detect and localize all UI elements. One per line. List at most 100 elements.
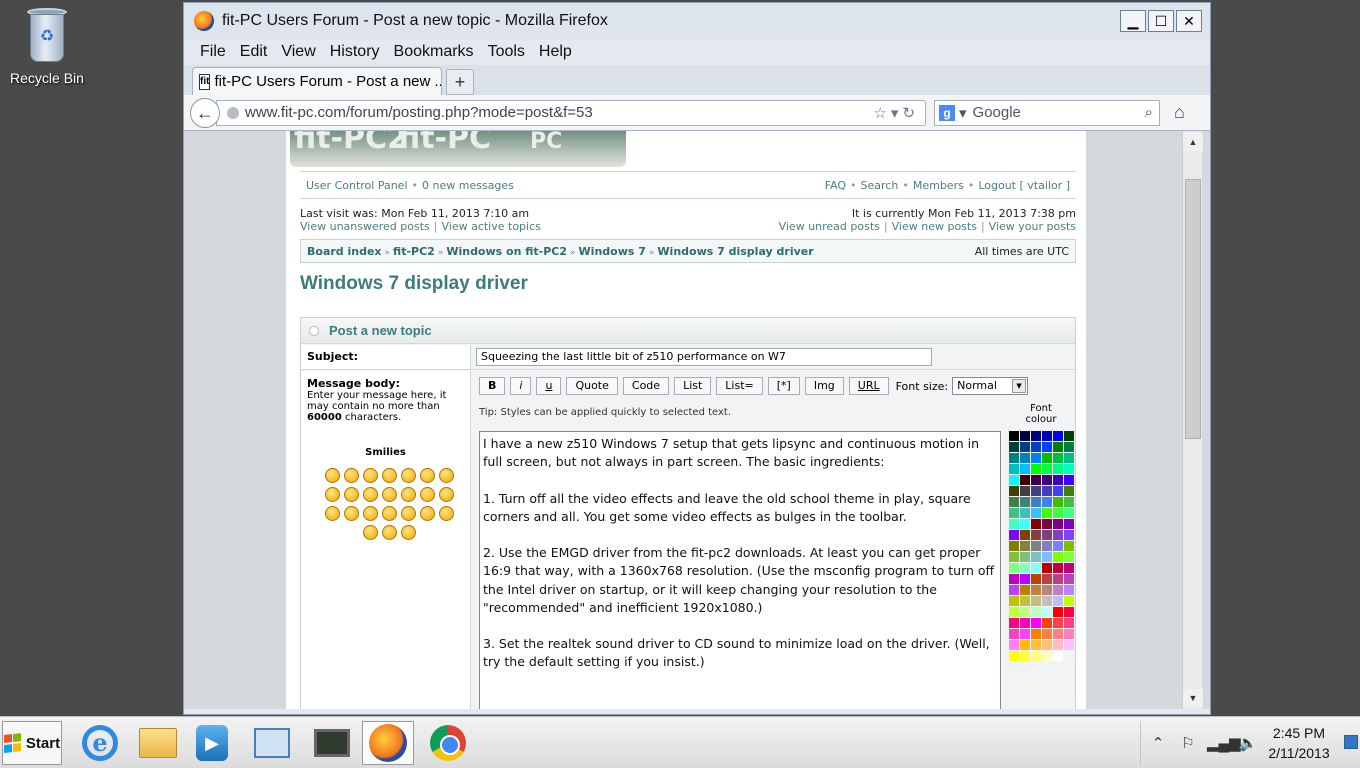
- colour-swatch[interactable]: [1042, 464, 1052, 474]
- colour-swatch[interactable]: [1042, 497, 1052, 507]
- colour-swatch[interactable]: [1009, 607, 1019, 617]
- colour-swatch[interactable]: [1020, 475, 1030, 485]
- minimize-button[interactable]: ▁: [1120, 10, 1146, 32]
- italic-button[interactable]: i: [510, 377, 532, 395]
- smiley-icon[interactable]: [343, 506, 359, 521]
- colour-swatch[interactable]: [1064, 431, 1074, 441]
- colour-swatch[interactable]: [1053, 574, 1063, 584]
- maximize-button[interactable]: ☐: [1148, 10, 1174, 32]
- colour-swatch[interactable]: [1009, 453, 1019, 463]
- active-topics-link[interactable]: View active topics: [441, 220, 540, 233]
- ucp-link[interactable]: User Control Panel: [306, 179, 408, 192]
- colour-swatch[interactable]: [1020, 618, 1030, 628]
- code-button[interactable]: Code: [622, 377, 670, 395]
- colour-swatch[interactable]: [1064, 464, 1074, 474]
- close-button[interactable]: ✕: [1176, 10, 1202, 32]
- colour-swatch[interactable]: [1053, 508, 1063, 518]
- colour-swatch[interactable]: [1031, 640, 1041, 650]
- colour-swatch[interactable]: [1031, 442, 1041, 452]
- colour-swatch[interactable]: [1009, 585, 1019, 595]
- colour-swatch[interactable]: [1020, 442, 1030, 452]
- colour-swatch[interactable]: [1020, 651, 1030, 661]
- taskbar-firefox[interactable]: [362, 721, 414, 765]
- colour-swatch[interactable]: [1009, 629, 1019, 639]
- colour-swatch[interactable]: [1042, 629, 1052, 639]
- colour-swatch[interactable]: [1053, 464, 1063, 474]
- menu-view[interactable]: View: [281, 43, 315, 61]
- back-button[interactable]: ←: [190, 97, 220, 128]
- vertical-scrollbar[interactable]: ▲ ▼: [1182, 131, 1203, 709]
- colour-swatch[interactable]: [1053, 607, 1063, 617]
- colour-swatch[interactable]: [1031, 508, 1041, 518]
- img-button[interactable]: Img: [804, 377, 844, 395]
- smiley-icon[interactable]: [400, 487, 416, 502]
- ordered-list-button[interactable]: List=: [716, 377, 763, 395]
- colour-swatch[interactable]: [1064, 552, 1074, 562]
- colour-swatch[interactable]: [1020, 585, 1030, 595]
- scroll-thumb[interactable]: [1185, 179, 1201, 439]
- smiley-icon[interactable]: [343, 468, 359, 483]
- colour-swatch[interactable]: [1053, 442, 1063, 452]
- taskbar-media-player[interactable]: ▶: [186, 721, 238, 765]
- start-button[interactable]: Start: [2, 721, 62, 765]
- members-link[interactable]: Members: [913, 179, 964, 192]
- colour-swatch[interactable]: [1020, 508, 1030, 518]
- messages-link[interactable]: 0 new messages: [422, 179, 514, 192]
- colour-swatch[interactable]: [1009, 442, 1019, 452]
- colour-swatch[interactable]: [1064, 574, 1074, 584]
- colour-swatch[interactable]: [1053, 530, 1063, 540]
- colour-swatch[interactable]: [1020, 486, 1030, 496]
- breadcrumb-windows-on-fitpc2[interactable]: Windows on fit-PC2: [446, 245, 567, 258]
- colour-swatch[interactable]: [1064, 530, 1074, 540]
- search-input[interactable]: Google: [973, 104, 1145, 121]
- search-bar[interactable]: g ▾ Google ⌕: [934, 99, 1160, 126]
- colour-swatch[interactable]: [1064, 508, 1074, 518]
- smiley-icon[interactable]: [362, 506, 378, 521]
- smiley-icon[interactable]: [324, 487, 340, 502]
- forum-banner-logo[interactable]: fit-PC2 fit-PC PC: [290, 131, 626, 167]
- title-bar[interactable]: fit-PC Users Forum - Post a new topic - …: [184, 3, 1210, 39]
- search-engine-dropdown-icon[interactable]: ▾: [959, 104, 967, 122]
- colour-swatch[interactable]: [1053, 497, 1063, 507]
- smiley-icon[interactable]: [381, 468, 397, 483]
- colour-swatch[interactable]: [1042, 541, 1052, 551]
- colour-swatch[interactable]: [1009, 541, 1019, 551]
- colour-swatch[interactable]: [1042, 552, 1052, 562]
- list-item-button[interactable]: [*]: [767, 377, 800, 395]
- colour-swatch[interactable]: [1009, 519, 1019, 529]
- colour-swatch[interactable]: [1053, 596, 1063, 606]
- taskbar-explorer[interactable]: [132, 721, 184, 765]
- colour-swatch[interactable]: [1009, 574, 1019, 584]
- search-icon[interactable]: ⌕: [1145, 104, 1153, 121]
- colour-swatch[interactable]: [1031, 431, 1041, 441]
- message-textarea[interactable]: I have a new z510 Windows 7 setup that g…: [479, 431, 1001, 709]
- colour-swatch[interactable]: [1042, 453, 1052, 463]
- new-tab-button[interactable]: +: [446, 69, 474, 95]
- home-icon[interactable]: ⌂: [1174, 102, 1185, 123]
- menu-history[interactable]: History: [330, 43, 380, 61]
- colour-swatch[interactable]: [1064, 618, 1074, 628]
- colour-swatch[interactable]: [1031, 651, 1041, 661]
- colour-swatch[interactable]: [1042, 607, 1052, 617]
- colour-swatch[interactable]: [1009, 640, 1019, 650]
- colour-swatch[interactable]: [1020, 497, 1030, 507]
- scroll-up-icon[interactable]: ▲: [1183, 133, 1203, 151]
- colour-swatch[interactable]: [1053, 563, 1063, 573]
- smiley-icon[interactable]: [324, 506, 340, 521]
- taskbar-control-panel[interactable]: [246, 721, 298, 765]
- colour-swatch[interactable]: [1020, 563, 1030, 573]
- colour-swatch[interactable]: [1031, 563, 1041, 573]
- bookmark-star-icon[interactable]: ☆▾↻: [873, 104, 925, 122]
- smiley-icon[interactable]: [400, 468, 416, 483]
- colour-swatch[interactable]: [1031, 629, 1041, 639]
- colour-swatch[interactable]: [1031, 541, 1041, 551]
- colour-swatch[interactable]: [1020, 530, 1030, 540]
- smiley-icon[interactable]: [438, 487, 454, 502]
- taskbar-monitor[interactable]: [306, 721, 358, 765]
- colour-swatch[interactable]: [1009, 431, 1019, 441]
- google-icon[interactable]: g: [939, 104, 955, 121]
- smiley-icon[interactable]: [343, 487, 359, 502]
- smiley-icon[interactable]: [362, 525, 378, 540]
- smiley-icon[interactable]: [438, 468, 454, 483]
- colour-swatch[interactable]: [1009, 497, 1019, 507]
